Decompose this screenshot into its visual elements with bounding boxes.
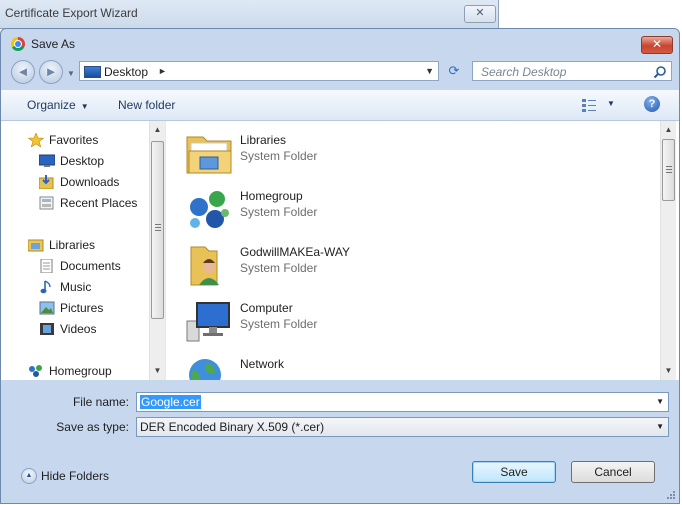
grip-line [155, 227, 161, 228]
forward-arrow-icon: ► [44, 64, 58, 79]
sidebar-item-label: Documents [60, 259, 121, 273]
address-bar[interactable]: Desktop ► ▼ [79, 61, 439, 81]
scroll-up-icon[interactable]: ▲ [661, 125, 676, 134]
address-dropdown-icon[interactable]: ▼ [425, 66, 434, 76]
user-folder-icon [190, 246, 219, 286]
grip-line [666, 172, 672, 173]
sidebar-item-label: Homegroup [49, 364, 112, 378]
item-type: System Folder [240, 205, 318, 219]
sidebar-item-label: Videos [60, 322, 97, 336]
music-icon [40, 280, 51, 294]
item-type: System Folder [240, 261, 318, 275]
hide-folders-label: Hide Folders [41, 469, 110, 483]
sidebar-item-label: Recent Places [60, 196, 138, 210]
scroll-down-icon[interactable]: ▼ [150, 366, 165, 375]
network-icon [189, 359, 221, 380]
new-folder-button[interactable]: New folder [118, 98, 175, 112]
desktop-location-icon [84, 66, 101, 78]
collapse-up-icon: ▲ [21, 468, 37, 484]
item-type: System Folder [240, 149, 318, 163]
sidebar-item-label: Favorites [49, 133, 99, 147]
item-name: Network [240, 357, 285, 371]
save-type-value: DER Encoded Binary X.509 (*.cer) [140, 420, 325, 434]
save-type-select[interactable]: DER Encoded Binary X.509 (*.cer) ▼ [136, 417, 669, 437]
background-close-button[interactable]: ✕ [464, 5, 496, 23]
computer-icon [186, 302, 230, 342]
grip-line [666, 169, 672, 170]
save-button[interactable]: Save [472, 461, 556, 483]
sidebar-item-label: Music [60, 280, 92, 294]
sidebar-item-label: Desktop [60, 154, 105, 168]
background-window-title: Certificate Export Wizard [5, 6, 138, 20]
content-scrollbar[interactable]: ▲ ▼ [660, 121, 676, 380]
forward-button[interactable]: ► [39, 60, 63, 84]
sidebar-item-label: Libraries [49, 238, 96, 252]
view-options-icon[interactable] [581, 98, 597, 112]
item-type: System Folder [240, 317, 318, 331]
libraries-folder-icon [186, 136, 232, 174]
scroll-down-icon[interactable]: ▼ [661, 366, 676, 375]
close-icon: ✕ [651, 37, 663, 51]
breadcrumb-arrow-icon[interactable]: ► [158, 66, 167, 76]
close-button[interactable]: ✕ [641, 36, 673, 54]
file-list: Libraries System Folder Homegroup System… [171, 121, 679, 380]
scrollbar-thumb[interactable] [662, 139, 675, 201]
downloads-icon [39, 175, 54, 189]
navigation-pane: Favorites Desktop Downloads Recent Place… [1, 121, 165, 380]
chevron-down-icon[interactable]: ▼ [656, 397, 664, 406]
background-wizard-window: Certificate Export Wizard ✕ [0, 0, 499, 29]
grip-line [155, 224, 161, 225]
chevron-down-icon: ▼ [656, 422, 664, 431]
file-name-value: Google.cer [140, 395, 201, 409]
refresh-icon: ⟳ [448, 63, 460, 78]
recent-places-icon [39, 196, 54, 210]
help-icon: ? [648, 98, 656, 110]
navigation-scrollbar[interactable]: ▲ ▼ [149, 121, 165, 380]
organize-label: Organize [27, 98, 76, 112]
search-placeholder: Search Desktop [481, 65, 567, 79]
organize-menu[interactable]: Organize ▼ [27, 98, 89, 112]
sidebar-item-label: Pictures [60, 301, 104, 315]
close-icon: ✕ [475, 7, 485, 19]
chrome-app-icon [11, 37, 25, 51]
search-icon[interactable] [653, 65, 667, 79]
homegroup-icon [29, 365, 42, 377]
back-arrow-icon: ◄ [16, 64, 30, 79]
help-button[interactable]: ? [644, 96, 660, 112]
dialog-title: Save As [31, 37, 76, 51]
item-name: Libraries [240, 133, 287, 147]
scrollbar-thumb[interactable] [151, 141, 164, 319]
sidebar-item-label: Downloads [60, 175, 120, 189]
scroll-up-icon[interactable]: ▲ [150, 125, 165, 134]
save-as-dialog: Save As ✕ ◄ ► ▼ Desktop ► ▼ ⟳ Search Des… [0, 28, 680, 504]
item-name: GodwillMAKEa-WAY [240, 245, 351, 259]
command-toolbar: Organize ▼ New folder ▼ ? [1, 90, 679, 121]
libraries-icon [28, 239, 44, 252]
homegroup-icon [190, 191, 229, 228]
search-box[interactable]: Search Desktop [472, 61, 672, 81]
chevron-down-icon: ▼ [80, 102, 89, 111]
title-bar: Save As ✕ [1, 29, 679, 59]
grip-line [666, 166, 672, 167]
item-name: Homegroup [240, 189, 303, 203]
resize-grip-icon[interactable] [666, 490, 675, 499]
refresh-button[interactable]: ⟳ [442, 61, 466, 81]
item-name: Computer [240, 301, 293, 315]
star-icon [28, 133, 44, 147]
back-button[interactable]: ◄ [11, 60, 35, 84]
view-dropdown-icon[interactable]: ▼ [607, 99, 615, 108]
file-name-label: File name: [72, 395, 129, 409]
save-type-label: Save as type: [56, 420, 129, 434]
address-text: Desktop [104, 65, 149, 79]
cancel-button[interactable]: Cancel [571, 461, 655, 483]
desktop-icon [39, 154, 55, 167]
grip-line [155, 230, 161, 231]
documents-icon [40, 259, 53, 273]
recent-locations-dropdown[interactable]: ▼ [67, 69, 75, 78]
videos-icon [40, 323, 54, 335]
file-name-input[interactable]: Google.cer ▼ [136, 392, 669, 412]
pictures-icon [39, 301, 55, 315]
